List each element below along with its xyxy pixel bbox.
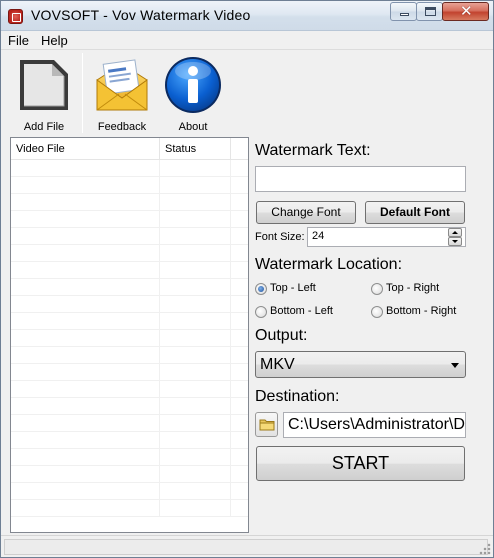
list-grid-row — [11, 262, 248, 279]
radio-dot-icon — [371, 283, 383, 295]
list-grid-row — [11, 160, 248, 177]
list-grid-row — [11, 415, 248, 432]
menu-bar: File Help — [1, 31, 493, 50]
list-grid-row — [11, 483, 248, 500]
list-grid-row — [11, 313, 248, 330]
default-font-button[interactable]: Default Font — [365, 201, 465, 224]
radio-top-right-label: Top - Right — [386, 282, 440, 294]
feedback-button[interactable]: Feedback — [92, 54, 152, 134]
list-grid-row — [11, 279, 248, 296]
folder-icon — [259, 419, 275, 431]
list-grid-row — [11, 432, 248, 449]
close-button[interactable]: ✕ — [442, 2, 489, 21]
destination-path-input[interactable]: C:\Users\Administrator\D — [283, 412, 466, 438]
list-grid-row — [11, 449, 248, 466]
list-grid-row — [11, 177, 248, 194]
list-grid-row — [11, 211, 248, 228]
add-file-label: Add File — [23, 121, 65, 133]
status-panel — [4, 539, 488, 555]
minimize-icon — [400, 13, 409, 16]
info-icon — [165, 57, 221, 113]
radio-dot-icon — [371, 306, 383, 318]
output-label: Output: — [255, 327, 308, 344]
app-icon — [8, 9, 23, 24]
window-title: VOVSOFT - Vov Watermark Video — [31, 7, 251, 23]
output-format-value: MKV — [260, 356, 295, 373]
status-bar — [1, 535, 493, 557]
radio-top-left-label: Top - Left — [270, 282, 316, 294]
list-grid-row — [11, 347, 248, 364]
menu-file[interactable]: File — [8, 33, 29, 48]
document-icon — [20, 60, 68, 110]
chevron-down-icon — [451, 363, 459, 368]
list-grid-row — [11, 194, 248, 211]
about-button[interactable]: About — [163, 54, 223, 134]
maximize-button[interactable] — [416, 2, 443, 21]
title-bar[interactable]: VOVSOFT - Vov Watermark Video ✕ — [1, 1, 493, 31]
list-grid-row — [11, 398, 248, 415]
minimize-button[interactable] — [390, 2, 417, 21]
watermark-text-input[interactable] — [255, 166, 466, 192]
maximize-icon — [425, 7, 436, 16]
watermark-text-label: Watermark Text: — [255, 142, 371, 159]
list-header: Video File Status — [11, 138, 248, 160]
list-grid-row — [11, 500, 248, 517]
column-header-status[interactable]: Status — [160, 138, 231, 160]
spin-up-icon[interactable] — [448, 228, 462, 237]
radio-dot-icon — [255, 283, 267, 295]
browse-folder-button[interactable] — [255, 412, 278, 437]
list-grid-row — [11, 364, 248, 381]
change-font-button[interactable]: Change Font — [256, 201, 356, 224]
app-window: VOVSOFT - Vov Watermark Video ✕ File Hel… — [0, 0, 494, 558]
destination-label: Destination: — [255, 388, 340, 405]
list-grid-row — [11, 296, 248, 313]
font-size-value: 24 — [312, 230, 325, 242]
output-format-select[interactable]: MKV — [255, 351, 466, 378]
menu-help[interactable]: Help — [41, 33, 68, 48]
font-size-spinner[interactable] — [448, 228, 463, 246]
add-file-button[interactable]: Add File — [14, 54, 74, 134]
font-size-input[interactable]: 24 — [307, 227, 466, 247]
list-grid-row — [11, 330, 248, 347]
watermark-location-label: Watermark Location: — [255, 256, 403, 273]
radio-dot-icon — [255, 306, 267, 318]
radio-bottom-left-label: Bottom - Left — [270, 305, 333, 317]
envelope-icon — [96, 59, 148, 111]
feedback-label: Feedback — [97, 121, 147, 133]
toolbar: Add File Feedback About — [1, 51, 493, 135]
list-grid-row — [11, 466, 248, 483]
list-grid-row — [11, 245, 248, 262]
radio-bottom-right-label: Bottom - Right — [386, 305, 457, 317]
destination-path-value: C:\Users\Administrator\D — [288, 416, 465, 433]
resize-grip-icon[interactable] — [479, 543, 491, 555]
about-label: About — [178, 121, 208, 133]
column-header-video-file[interactable]: Video File — [11, 138, 160, 160]
list-body — [11, 160, 248, 532]
start-button[interactable]: START — [256, 446, 465, 481]
video-file-list[interactable]: Video File Status — [10, 137, 249, 533]
font-size-label: Font Size: — [255, 231, 305, 243]
list-grid-row — [11, 228, 248, 245]
close-icon: ✕ — [460, 3, 473, 20]
list-grid-row — [11, 381, 248, 398]
spin-down-icon[interactable] — [448, 237, 462, 246]
